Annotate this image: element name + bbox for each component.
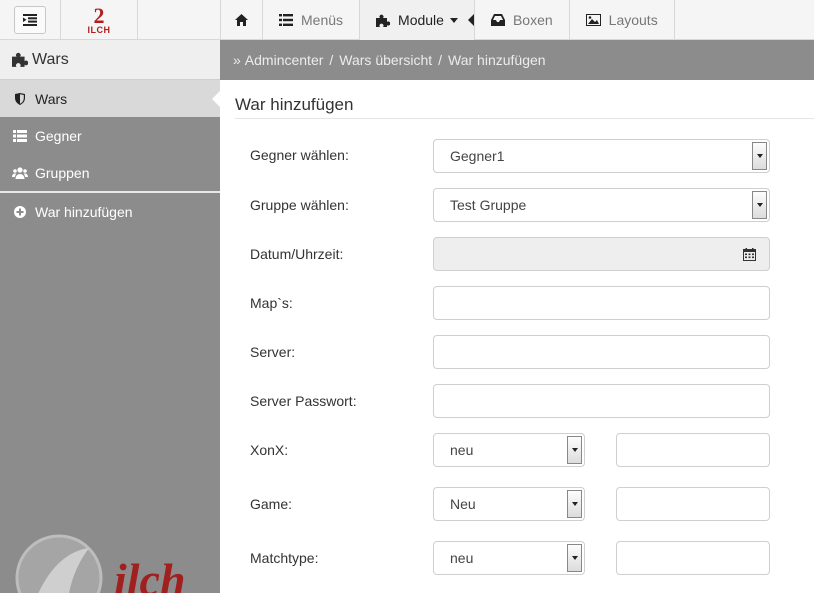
- matchtype-select[interactable]: neu: [433, 541, 585, 575]
- breadcrumb: » Admincenter / Wars übersicht / War hin…: [220, 40, 814, 80]
- server-password-label: Server Passwort:: [250, 393, 357, 409]
- matchtype-label: Matchtype:: [250, 550, 319, 566]
- title-divider: [235, 118, 814, 119]
- enemy-select[interactable]: Gegner1: [433, 139, 770, 173]
- sidebar-item-label: Wars: [35, 90, 68, 107]
- list-icon: [12, 129, 28, 142]
- sidebar-header: Wars: [0, 40, 220, 80]
- sidebar-item-wars[interactable]: Wars: [0, 80, 220, 117]
- main-nav: Menüs Module Boxen Layouts: [220, 0, 675, 40]
- breadcrumb-war-hinzufuegen: War hinzufügen: [448, 52, 546, 68]
- dropdown-arrow-icon[interactable]: [567, 490, 582, 518]
- puzzle-icon: [12, 52, 28, 67]
- picture-icon: [585, 14, 601, 26]
- sidebar-header-title: Wars: [32, 50, 69, 68]
- ilch-watermark-logo: ilch: [15, 534, 186, 593]
- calendar-button[interactable]: [730, 237, 770, 271]
- server-label: Server:: [250, 344, 296, 360]
- nav-module-label: Module: [398, 12, 444, 28]
- game-select[interactable]: Neu: [433, 487, 585, 521]
- nav-module[interactable]: Module: [359, 0, 475, 40]
- breadcrumb-separator: /: [329, 52, 334, 68]
- page-title: War hinzufügen: [235, 95, 354, 114]
- shield-icon: [12, 92, 28, 105]
- nav-home[interactable]: [220, 0, 262, 40]
- group-label: Gruppe wählen:: [250, 197, 349, 213]
- matchtype-select-value: neu: [450, 550, 474, 566]
- xonx-select[interactable]: neu: [433, 433, 585, 467]
- users-icon: [12, 166, 28, 179]
- group-select[interactable]: Test Gruppe: [433, 188, 770, 222]
- indent-icon: [23, 14, 37, 26]
- nav-boxen[interactable]: Boxen: [473, 0, 569, 40]
- maps-input[interactable]: [433, 286, 770, 320]
- sidebar-item-war-hinzufuegen[interactable]: War hinzufügen: [0, 193, 220, 230]
- home-icon: [235, 14, 248, 26]
- game-select-value: Neu: [450, 496, 476, 512]
- xonx-label: XonX:: [250, 442, 289, 458]
- top-navbar: 2 ILCH Menüs Module Boxen Layouts: [0, 0, 814, 40]
- breadcrumb-separator: /: [438, 52, 443, 68]
- dropdown-arrow-icon[interactable]: [567, 544, 582, 572]
- group-select-value: Test Gruppe: [450, 197, 527, 213]
- list-icon: [279, 14, 293, 26]
- sidebar-item-gruppen[interactable]: Gruppen: [0, 154, 220, 191]
- dropdown-arrow-icon[interactable]: [752, 191, 767, 219]
- sidebar-item-label: Gegner: [35, 127, 82, 144]
- logo-number: 2: [93, 2, 105, 28]
- sidebar: Wars Wars Gegner Gruppen War hinzufügen …: [0, 40, 220, 593]
- sidebar-item-gegner[interactable]: Gegner: [0, 117, 220, 154]
- dropdown-arrow-icon[interactable]: [567, 436, 582, 464]
- maps-label: Map`s:: [250, 295, 293, 311]
- sidebar-item-label: War hinzufügen: [35, 203, 133, 220]
- nav-layouts[interactable]: Layouts: [568, 0, 675, 40]
- game-label: Game:: [250, 496, 293, 512]
- datetime-label: Datum/Uhrzeit:: [250, 246, 344, 262]
- game-input[interactable]: [616, 487, 770, 521]
- svg-text:ilch: ilch: [114, 554, 186, 593]
- server-password-input[interactable]: [433, 384, 770, 418]
- plus-circle-icon: [12, 205, 28, 218]
- xonx-select-value: neu: [450, 442, 474, 458]
- xonx-input[interactable]: [616, 433, 770, 467]
- matchtype-input[interactable]: [616, 541, 770, 575]
- breadcrumb-admincenter[interactable]: Admincenter: [245, 52, 324, 68]
- sidebar-item-label: Gruppen: [35, 164, 90, 181]
- nav-menus[interactable]: Menüs: [262, 0, 359, 40]
- enemy-label: Gegner wählen:: [250, 147, 349, 163]
- chevron-down-icon: [449, 17, 458, 23]
- logo-text: ILCH: [87, 24, 111, 35]
- datetime-input[interactable]: [433, 237, 731, 271]
- nav-menus-label: Menüs: [301, 12, 344, 28]
- nav-layouts-label: Layouts: [608, 12, 658, 28]
- breadcrumb-wars-uebersicht[interactable]: Wars übersicht: [339, 52, 432, 68]
- ilch-logo[interactable]: 2 ILCH: [60, 0, 138, 40]
- dropdown-arrow-icon[interactable]: [752, 142, 767, 170]
- inbox-icon: [490, 14, 505, 26]
- nav-boxen-label: Boxen: [512, 12, 553, 28]
- main-content: War hinzufügen Gegner wählen: Gegner1 Gr…: [220, 80, 814, 593]
- puzzle-icon: [376, 14, 391, 27]
- server-input[interactable]: [433, 335, 770, 369]
- enemy-select-value: Gegner1: [450, 148, 505, 164]
- sidebar-toggle-button[interactable]: [14, 6, 46, 34]
- calendar-icon: [743, 247, 756, 261]
- breadcrumb-prefix: »: [233, 52, 241, 68]
